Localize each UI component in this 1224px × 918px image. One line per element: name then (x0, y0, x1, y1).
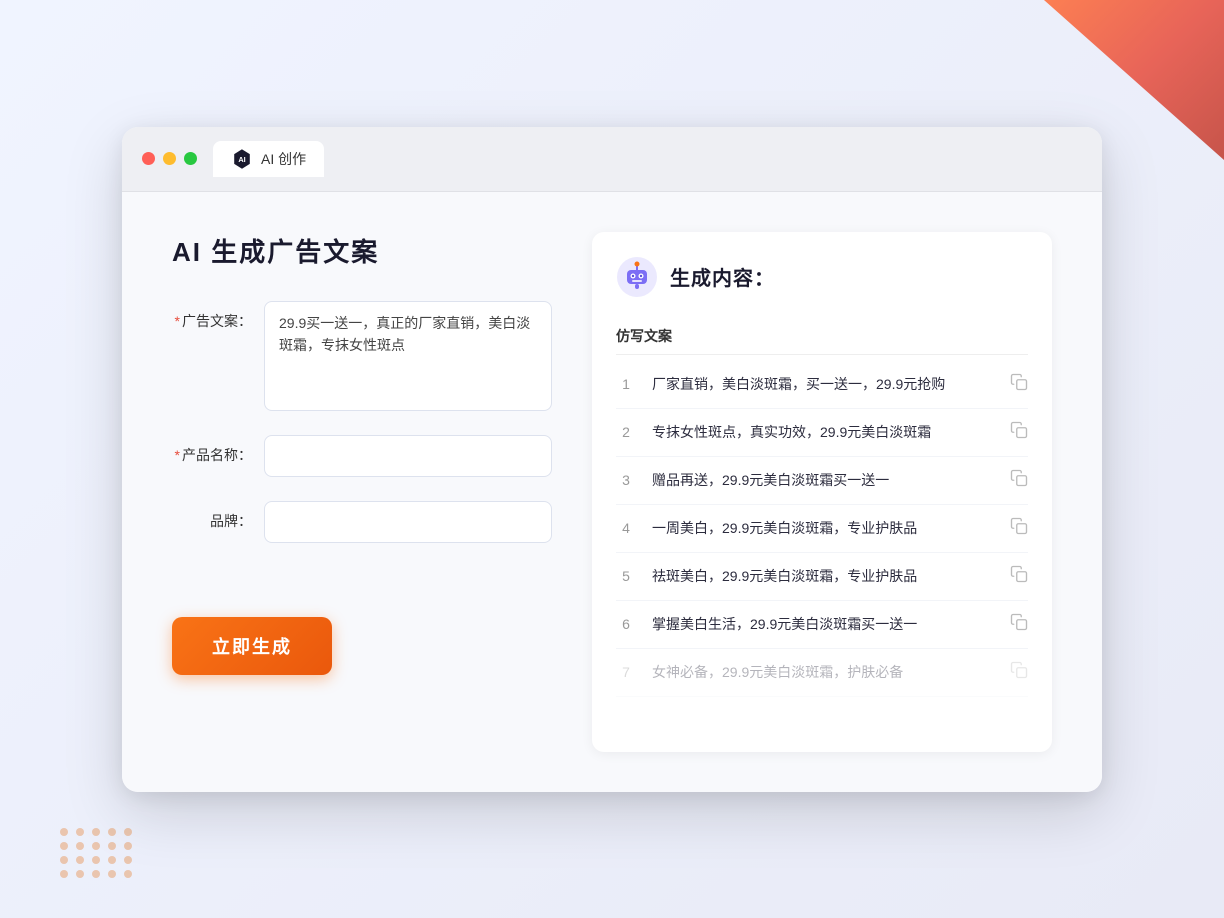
left-panel: AI 生成广告文案 *广告文案： 29.9买一送一，真正的厂家直销，美白淡斑霜，… (172, 232, 552, 752)
copy-icon[interactable] (1010, 421, 1028, 444)
ad-copy-group: *广告文案： 29.9买一送一，真正的厂家直销，美白淡斑霜，专抹女性斑点 (172, 301, 552, 411)
svg-text:AI: AI (238, 155, 245, 164)
row-number: 3 (616, 472, 636, 488)
result-row: 7 女神必备，29.9元美白淡斑霜，护肤必备 (616, 649, 1028, 697)
row-text: 掌握美白生活，29.9元美白淡斑霜买一送一 (652, 614, 994, 635)
product-name-input[interactable]: 美白淡斑霜 (264, 435, 552, 477)
row-text: 专抹女性斑点，真实功效，29.9元美白淡斑霜 (652, 422, 994, 443)
ad-copy-required: * (175, 313, 180, 329)
ad-copy-label: *广告文案： (172, 301, 252, 331)
robot-icon (616, 256, 658, 298)
result-row: 2 专抹女性斑点，真实功效，29.9元美白淡斑霜 (616, 409, 1028, 457)
ai-tab[interactable]: AI AI 创作 (213, 141, 324, 177)
generate-button[interactable]: 立即生成 (172, 617, 332, 675)
row-text: 赠品再送，29.9元美白淡斑霜买一送一 (652, 470, 994, 491)
product-name-group: *产品名称： 美白淡斑霜 (172, 435, 552, 477)
results-table: 仿写文案 1 厂家直销，美白淡斑霜，买一送一，29.9元抢购 2 专抹女性斑点，真实功… (616, 318, 1028, 697)
row-number: 7 (616, 664, 636, 680)
row-number: 6 (616, 616, 636, 632)
copy-icon[interactable] (1010, 565, 1028, 588)
row-number: 5 (616, 568, 636, 584)
main-content: AI 生成广告文案 *广告文案： 29.9买一送一，真正的厂家直销，美白淡斑霜，… (122, 192, 1102, 792)
results-title: 生成内容： (670, 262, 775, 291)
row-number: 1 (616, 376, 636, 392)
brand-input[interactable]: 好白 (264, 501, 552, 543)
row-text: 女神必备，29.9元美白淡斑霜，护肤必备 (652, 662, 994, 683)
product-name-label: *产品名称： (172, 435, 252, 465)
tab-label: AI 创作 (261, 149, 306, 169)
row-text: 一周美白，29.9元美白淡斑霜，专业护肤品 (652, 518, 994, 539)
maximize-button[interactable] (184, 152, 197, 165)
decorative-dots-bottom-left (60, 828, 134, 878)
browser-window: AI AI 创作 AI 生成广告文案 *广告文案： 29.9买一送一，真正的厂家… (122, 127, 1102, 792)
result-row: 5 祛斑美白，29.9元美白淡斑霜，专业护肤品 (616, 553, 1028, 601)
copy-icon[interactable] (1010, 469, 1028, 492)
row-number: 4 (616, 520, 636, 536)
result-row: 6 掌握美白生活，29.9元美白淡斑霜买一送一 (616, 601, 1028, 649)
row-number: 2 (616, 424, 636, 440)
copy-icon[interactable] (1010, 373, 1028, 396)
results-header: 生成内容： (616, 256, 1028, 298)
result-row: 3 赠品再送，29.9元美白淡斑霜买一送一 (616, 457, 1028, 505)
traffic-lights (142, 152, 197, 165)
right-panel: 生成内容： 仿写文案 1 厂家直销，美白淡斑霜，买一送一，29.9元抢购 2 专抹女性… (592, 232, 1052, 752)
ad-copy-input[interactable]: 29.9买一送一，真正的厂家直销，美白淡斑霜，专抹女性斑点 (264, 301, 552, 411)
row-text: 祛斑美白，29.9元美白淡斑霜，专业护肤品 (652, 566, 994, 587)
copy-icon[interactable] (1010, 613, 1028, 636)
row-text: 厂家直销，美白淡斑霜，买一送一，29.9元抢购 (652, 374, 994, 395)
page-title: AI 生成广告文案 (172, 232, 552, 269)
title-bar: AI AI 创作 (122, 127, 1102, 192)
brand-group: 品牌： 好白 (172, 501, 552, 543)
copy-icon[interactable] (1010, 517, 1028, 540)
copy-icon[interactable] (1010, 661, 1028, 684)
minimize-button[interactable] (163, 152, 176, 165)
result-row: 1 厂家直销，美白淡斑霜，买一送一，29.9元抢购 (616, 361, 1028, 409)
result-row: 4 一周美白，29.9元美白淡斑霜，专业护肤品 (616, 505, 1028, 553)
ai-tab-icon: AI (231, 148, 253, 170)
product-name-required: * (175, 447, 180, 463)
brand-label: 品牌： (172, 501, 252, 531)
table-column-header: 仿写文案 (616, 318, 1028, 355)
close-button[interactable] (142, 152, 155, 165)
